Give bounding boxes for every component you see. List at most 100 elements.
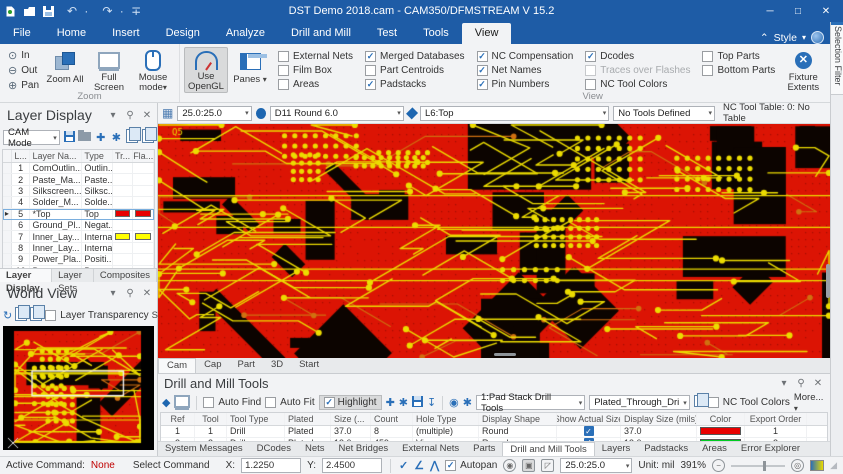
checkbox-bottom-parts[interactable]: Bottom Parts — [702, 65, 775, 76]
panel-pin-icon[interactable]: ⚲ — [124, 110, 136, 121]
tab-dcodes[interactable]: DCodes — [250, 442, 298, 457]
col-layer-name[interactable]: Layer Na... — [30, 150, 82, 162]
col-tool[interactable]: Tool — [195, 413, 227, 425]
grid-size-select[interactable]: 25.0:25.0▾ — [177, 106, 251, 121]
tab-layers[interactable]: Layers — [595, 442, 638, 457]
horizontal-scrollbar[interactable] — [494, 353, 516, 356]
zoom-slider[interactable] — [731, 465, 785, 467]
tab-drill-and-mill-tools[interactable]: Drill and Mill Tools — [502, 442, 594, 457]
collapse-ribbon-icon[interactable]: ⌃ — [760, 32, 769, 44]
pcb-canvas[interactable] — [158, 124, 830, 358]
ortho-check-icon[interactable]: ✓ — [399, 459, 408, 472]
checkbox-autopan[interactable]: Autopan — [445, 460, 497, 471]
tab-error-explorer[interactable]: Error Explorer — [734, 442, 807, 457]
save-tools-icon[interactable] — [412, 396, 423, 410]
tab-external-nets[interactable]: External Nets — [395, 442, 466, 457]
checkbox-layer-transparency[interactable]: Layer Transparency — [45, 310, 148, 321]
panel-menu-icon[interactable]: ▾ — [107, 288, 119, 299]
zoom-in-slider-icon[interactable]: ◎ — [791, 459, 804, 472]
checkbox-areas[interactable]: Areas — [278, 79, 353, 90]
copy-layers-icon[interactable] — [126, 129, 139, 146]
drill-layer-select[interactable]: Plated_Through_Dri▾ — [589, 395, 690, 410]
tab-part[interactable]: Part — [230, 358, 263, 373]
style-label[interactable]: Style — [774, 32, 797, 44]
color-swatch[interactable] — [135, 233, 151, 240]
maximize-button[interactable]: □ — [785, 2, 811, 20]
drill-tool-row[interactable]: 11DrillPlated37.08(multiple)Round✓37.01 — [161, 426, 827, 438]
world-view-thumbnail[interactable] — [3, 326, 154, 450]
design-viewport[interactable] — [158, 124, 830, 358]
layer-name[interactable]: Power_Pla... — [30, 254, 82, 264]
color-swatch[interactable] — [135, 210, 151, 217]
tab-tools[interactable]: Tools — [410, 23, 462, 44]
checkbox-nc-compensation[interactable]: NC Compensation — [477, 51, 574, 62]
col-color[interactable]: Color — [697, 413, 745, 425]
col-layer-number[interactable]: L... — [12, 150, 31, 162]
col-flash-color[interactable]: Fla... — [133, 150, 154, 162]
zoom-in-button[interactable]: ⊙In — [8, 49, 39, 62]
fit-view-icon[interactable] — [174, 395, 190, 411]
tab-cam[interactable]: Cam — [158, 358, 196, 373]
checkbox-part-centroids[interactable]: Part Centroids — [365, 65, 465, 76]
tab-test[interactable]: Test — [364, 23, 410, 44]
tab-system-messages[interactable]: System Messages — [158, 442, 250, 457]
layer-row[interactable]: 9Power_Pla...Positi... — [3, 254, 154, 265]
edit-layer-icon[interactable] — [694, 395, 704, 410]
fixture-extents-button[interactable]: ✕ Fixture Extents — [781, 47, 825, 93]
layer-name[interactable]: *Top — [30, 209, 82, 219]
zoom-all-button[interactable]: Zoom All — [43, 47, 87, 93]
layer-row[interactable]: 8Inner_Lay...Internal — [3, 243, 154, 254]
panes-button[interactable]: Panes ▾ — [228, 47, 272, 93]
col-count[interactable]: Count — [371, 413, 413, 425]
tab-net-bridges[interactable]: Net Bridges — [332, 442, 396, 457]
paste-layers-icon[interactable] — [141, 129, 154, 146]
import-tools-icon[interactable]: ↧ — [427, 396, 436, 409]
new-file-icon[interactable] — [4, 5, 17, 18]
panel-close-icon[interactable]: ✕ — [141, 288, 153, 299]
tab-view[interactable]: View — [462, 23, 512, 44]
panel-close-icon[interactable]: ✕ — [141, 110, 153, 121]
checkbox-nc-tool-colors[interactable]: NC Tool Colors — [585, 79, 690, 90]
panel-menu-icon[interactable]: ▾ — [778, 378, 790, 389]
tab-insert[interactable]: Insert — [99, 23, 153, 44]
panel-pin-icon[interactable]: ⚲ — [124, 288, 136, 299]
tab-drill-and-mill[interactable]: Drill and Mill — [278, 23, 364, 44]
zoom-out-button[interactable]: ⊖Out — [8, 64, 39, 77]
col-plated[interactable]: Plated — [285, 413, 331, 425]
tool-color-swatch[interactable] — [700, 427, 741, 435]
col-ref[interactable]: Ref — [161, 413, 195, 425]
cam-mode-select[interactable]: CAM Mode▾ — [3, 130, 60, 145]
col-tool-type[interactable]: Tool Type — [227, 413, 285, 425]
tool-table-select[interactable]: 1:Pad Stack Drill Tools▾ — [476, 395, 585, 410]
show-actual-size-checkbox[interactable]: ✓ — [584, 426, 594, 436]
angle-45-icon[interactable]: ∠ — [414, 459, 424, 472]
col-trace-color[interactable]: Tr... — [113, 150, 134, 162]
checkbox-film-box[interactable]: Film Box — [278, 65, 353, 76]
col-display-shape[interactable]: Display Shape — [479, 413, 557, 425]
open-folder-icon[interactable] — [23, 5, 36, 18]
layer-name[interactable]: Solder_M... — [30, 197, 82, 207]
nc-tools-select[interactable]: No Tools Defined▾ — [613, 106, 715, 121]
full-screen-button[interactable]: Full Screen — [87, 47, 131, 93]
refresh-icon[interactable]: ↻ — [3, 309, 12, 322]
color-mode-icon[interactable] — [810, 460, 824, 471]
tab-start[interactable]: Start — [291, 358, 327, 373]
resize-grip[interactable]: ◢ — [830, 460, 837, 471]
use-opengl-button[interactable]: Use OpenGL — [184, 47, 228, 93]
color-swatch[interactable] — [115, 210, 131, 217]
tab-areas[interactable]: Areas — [695, 442, 734, 457]
col-export-order[interactable]: Export Order — [745, 413, 807, 425]
zoom-slider-thumb[interactable] — [763, 461, 766, 471]
checkbox-drill-nc-tool-colors[interactable]: NC Tool Colors — [708, 397, 790, 408]
layer-name[interactable]: Paste_Ma... — [30, 174, 82, 184]
angle-any-icon[interactable]: ⋀ — [430, 459, 439, 472]
x-coordinate-field[interactable]: 1.2250 — [241, 458, 301, 473]
checkbox-net-names[interactable]: Net Names — [477, 65, 574, 76]
tab-parts[interactable]: Parts — [466, 442, 502, 457]
zoom-out-slider-icon[interactable]: − — [712, 459, 725, 472]
mouse-mode-button[interactable]: Mouse mode▾ — [131, 47, 175, 93]
layer-row[interactable]: 6Ground_Pl...Negat... — [3, 220, 154, 231]
close-button[interactable]: ✕ — [813, 2, 839, 20]
undo-icon[interactable]: ↶ · — [67, 4, 90, 18]
checkbox-dcodes[interactable]: Dcodes — [585, 51, 690, 62]
